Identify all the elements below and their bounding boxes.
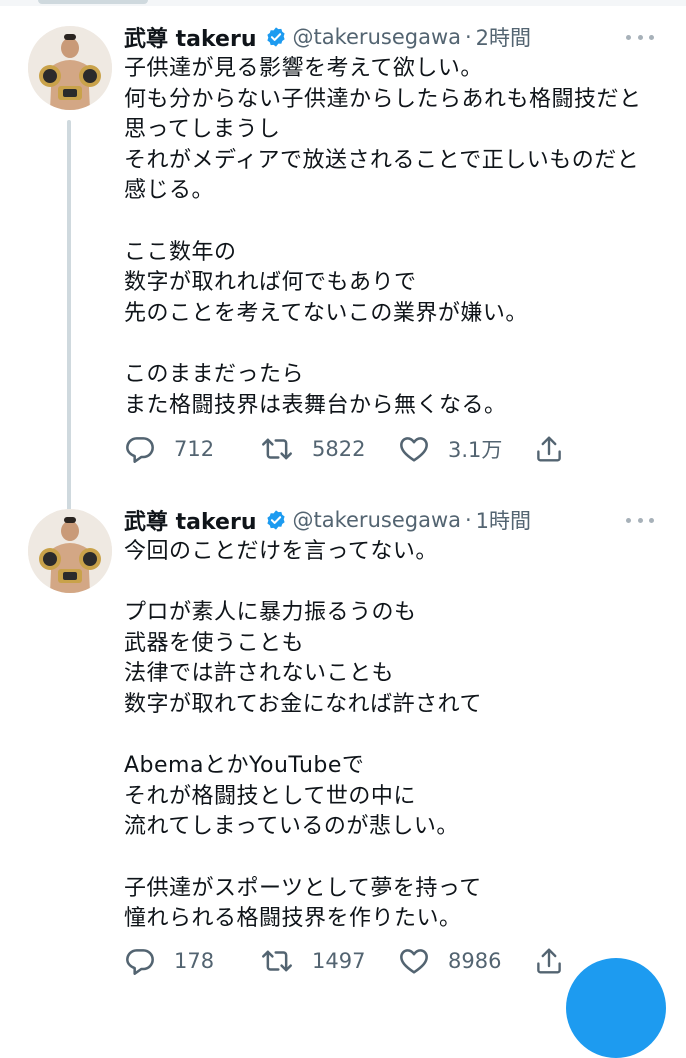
reply-count: 712 [174,437,215,461]
tweet-text-line [124,843,654,874]
like-count: 3.1万 [448,438,503,462]
header-separator: · [464,25,472,49]
verified-badge-icon [265,509,287,531]
retweet-icon [260,945,294,977]
tweet-text-line: プロが素人に暴力振るうのも [124,600,417,626]
verified-badge-icon [265,26,287,48]
reply-count: 178 [174,949,215,973]
retweet-icon [260,433,294,465]
retweet-button[interactable]: 1497 [260,945,365,977]
like-button[interactable]: 8986 [398,945,501,977]
thread-connector-line [67,120,71,517]
tweet-text-line: 法律では許されないことも [124,661,395,687]
tweet-text-line: 流れてしまっているのが悲しい。 [124,814,459,840]
more-icon[interactable] [626,509,654,531]
retweet-count: 5822 [312,437,366,461]
handle[interactable]: @takerusegawa [293,508,461,532]
share-button[interactable] [534,433,564,465]
tweet[interactable]: 武尊 takeru @takerusegawa · 1時間 今回のことだけを言っ… [0,503,686,993]
avatar[interactable] [28,509,112,593]
like-button[interactable]: 3.1万 [398,433,502,465]
tweet-text-line: また格闘技界は表舞台から無くなる。 [124,392,507,418]
tweet-text-line: 憧れられる格闘技界を作りたい。 [124,906,462,932]
tweet-text-line [124,721,654,752]
retweet-count: 1497 [312,949,366,973]
tweet-text-line: AbemaとかYouTubeで [124,753,365,779]
tweet-text-line: ここ数年の [124,239,237,265]
tweet-actions: 178 1497 8986 [124,945,584,977]
reply-button[interactable]: 712 [124,433,214,465]
tweet-text: 子供達が見る影響を考えて欲しい。 何も分からない子供達からしたらあれも格闘技だと… [124,54,654,421]
tweet-text-line [124,568,654,599]
tweet-text-line: 何も分からない子供達からしたらあれも格闘技だと [124,86,642,112]
reply-icon [124,433,156,465]
tweet-text-line [124,329,654,360]
tweet-text-line: 先のことを考えてないこの業界が嫌い。 [124,300,528,326]
display-name[interactable]: 武尊 takeru [124,504,257,536]
like-icon [398,433,430,465]
tweet-text-line: 感じる。 [124,178,215,204]
share-icon [534,433,564,465]
timestamp[interactable]: 2時間 [476,22,531,52]
more-icon[interactable] [626,26,654,48]
tweet-header: 武尊 takeru @takerusegawa · 1時間 [124,503,531,537]
tweet-text-line: 思ってしまうし [124,117,281,143]
tweet-text-line: 子供達が見る影響を考えて欲しい。 [124,56,483,81]
reply-button[interactable]: 178 [124,945,214,977]
tweet-text-line: 今回のことだけを言ってない。 [124,539,438,564]
tweet-text-line: それが格闘技として世の中に [124,783,416,809]
tweet-text-line: それがメディアで放送されることで正しいものだと [124,147,640,173]
tweet-text-line: 数字が取れれば何でもありで [124,270,417,296]
handle[interactable]: @takerusegawa [293,25,461,49]
share-icon [534,945,564,977]
like-count: 8986 [448,949,502,973]
tweet[interactable]: 武尊 takeru @takerusegawa · 2時間 子供達が見る影響を考… [0,20,686,517]
top-scroll-strip [0,0,686,6]
display-name[interactable]: 武尊 takeru [124,21,257,53]
retweet-button[interactable]: 5822 [260,433,365,465]
tweet-text-line [124,207,654,238]
like-icon [398,945,430,977]
avatar[interactable] [28,26,112,110]
header-separator: · [464,508,472,532]
share-button[interactable] [534,945,564,977]
tweet-text-line: このままだったら [124,361,305,387]
previous-item-edge [38,0,148,4]
timestamp[interactable]: 1時間 [476,505,531,535]
reply-icon [124,945,156,977]
tweet-actions: 712 5822 3.1万 [124,433,584,465]
tweet-text-line: 子供達がスポーツとして夢を持って [124,875,482,901]
tweet-header: 武尊 takeru @takerusegawa · 2時間 [124,20,531,54]
tweet-text-line: 数字が取れてお金になれば許されて [124,691,483,717]
tweet-text-line: 武器を使うことも [124,630,305,656]
tweet-text: 今回のことだけを言ってない。 プロが素人に暴力振るうのも 武器を使うことも 法律… [124,537,654,935]
compose-fab[interactable] [566,958,666,1058]
